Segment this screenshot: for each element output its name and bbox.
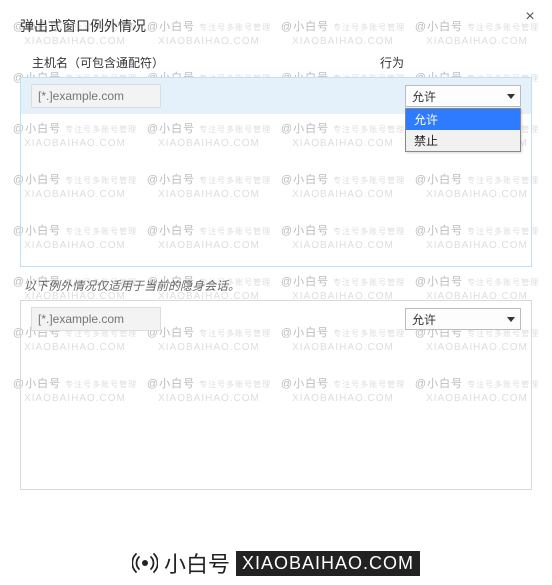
footer-brand-en: XIAOBAIHAO.COM [236,551,420,576]
action-select-dropdown: 允许 禁止 [405,108,521,152]
action-option-allow[interactable]: 允许 [406,109,520,130]
broadcast-icon [132,550,158,576]
footer-brand-cn: 小白号 [164,547,230,579]
host-input-wrap [31,307,395,331]
dialog-title: 弹出式窗口例外情况 [20,16,532,36]
close-button[interactable]: × [520,8,540,28]
incognito-exceptions-list: 允许 [20,300,532,490]
host-input[interactable] [31,307,161,331]
incognito-note: 以下例外情况仅适用于当前的隐身会话。 [24,277,528,294]
chevron-down-icon [507,317,515,322]
action-option-block[interactable]: 禁止 [406,130,520,151]
column-header-action: 行为 [380,54,520,71]
host-input-wrap [31,84,395,108]
host-input[interactable] [31,84,161,108]
exception-row[interactable]: 允许 [21,301,531,337]
action-select[interactable]: 允许 [405,308,521,330]
close-icon: × [525,8,534,25]
column-headers: 主机名（可包含通配符） 行为 [20,54,532,77]
action-select-value: 允许 [412,313,436,327]
chevron-down-icon [507,94,515,99]
column-header-host: 主机名（可包含通配符） [32,54,380,71]
action-select[interactable]: 允许 允许 禁止 [405,85,521,107]
footer-brand: 小白号 XIAOBAIHAO.COM [0,547,552,579]
popup-exceptions-dialog: × 弹出式窗口例外情况 主机名（可包含通配符） 行为 允许 [6,4,546,514]
action-select-value: 允许 [412,90,436,104]
exceptions-list: 允许 允许 禁止 [20,77,532,267]
exception-row[interactable]: 允许 允许 禁止 [21,78,531,114]
